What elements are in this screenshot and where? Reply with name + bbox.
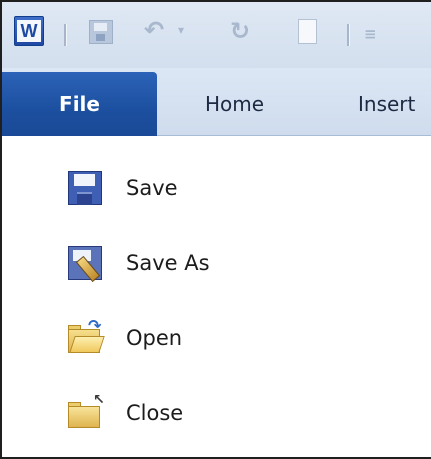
menu-item-save-as[interactable]: Save As xyxy=(62,235,362,291)
menu-item-open[interactable]: ↷ Open xyxy=(62,310,362,366)
undo-dropdown-icon[interactable]: ▾ xyxy=(178,18,184,42)
tab-home[interactable]: Home xyxy=(205,72,264,136)
folder-body-shape xyxy=(68,406,100,428)
menu-item-label: Open xyxy=(126,326,183,350)
tab-insert[interactable]: Insert xyxy=(358,72,415,136)
close-arrow-icon: ↖ xyxy=(93,392,105,408)
save-as-icon xyxy=(68,246,102,283)
save-icon xyxy=(68,171,102,205)
word-logo-letter: W xyxy=(17,20,41,42)
new-document-icon[interactable] xyxy=(298,19,317,44)
tab-file[interactable]: File xyxy=(2,72,157,136)
redo-icon[interactable]: ↻ xyxy=(230,19,250,43)
ribbon-tabs: File Home Insert xyxy=(2,68,431,136)
customize-toolbar-icon[interactable]: ≡ xyxy=(364,22,377,46)
word-window: W ↶ ▾ ↻ ≡ File Home Insert Save Save As xyxy=(0,0,431,459)
toolbar-separator xyxy=(347,24,350,46)
toolbar-separator xyxy=(64,24,67,46)
folder-front-shape xyxy=(69,336,105,353)
menu-item-label: Save xyxy=(126,176,178,200)
undo-icon[interactable]: ↶ xyxy=(144,18,164,42)
menu-item-label: Close xyxy=(126,401,184,425)
menu-item-label: Save As xyxy=(126,251,210,275)
menu-item-save[interactable]: Save xyxy=(62,160,362,216)
open-arrow-icon: ↷ xyxy=(88,316,102,335)
quick-save-icon[interactable] xyxy=(89,20,113,44)
open-folder-icon: ↷ xyxy=(68,316,105,355)
close-folder-icon: ↖ xyxy=(68,392,105,430)
word-logo-icon[interactable]: W xyxy=(14,16,44,46)
quick-access-toolbar: W ↶ ▾ ↻ ≡ xyxy=(2,2,431,68)
file-menu: Save Save As ↷ Open ↖ Close xyxy=(2,136,431,457)
menu-item-close[interactable]: ↖ Close xyxy=(62,385,362,441)
pen-glyph xyxy=(75,255,101,283)
